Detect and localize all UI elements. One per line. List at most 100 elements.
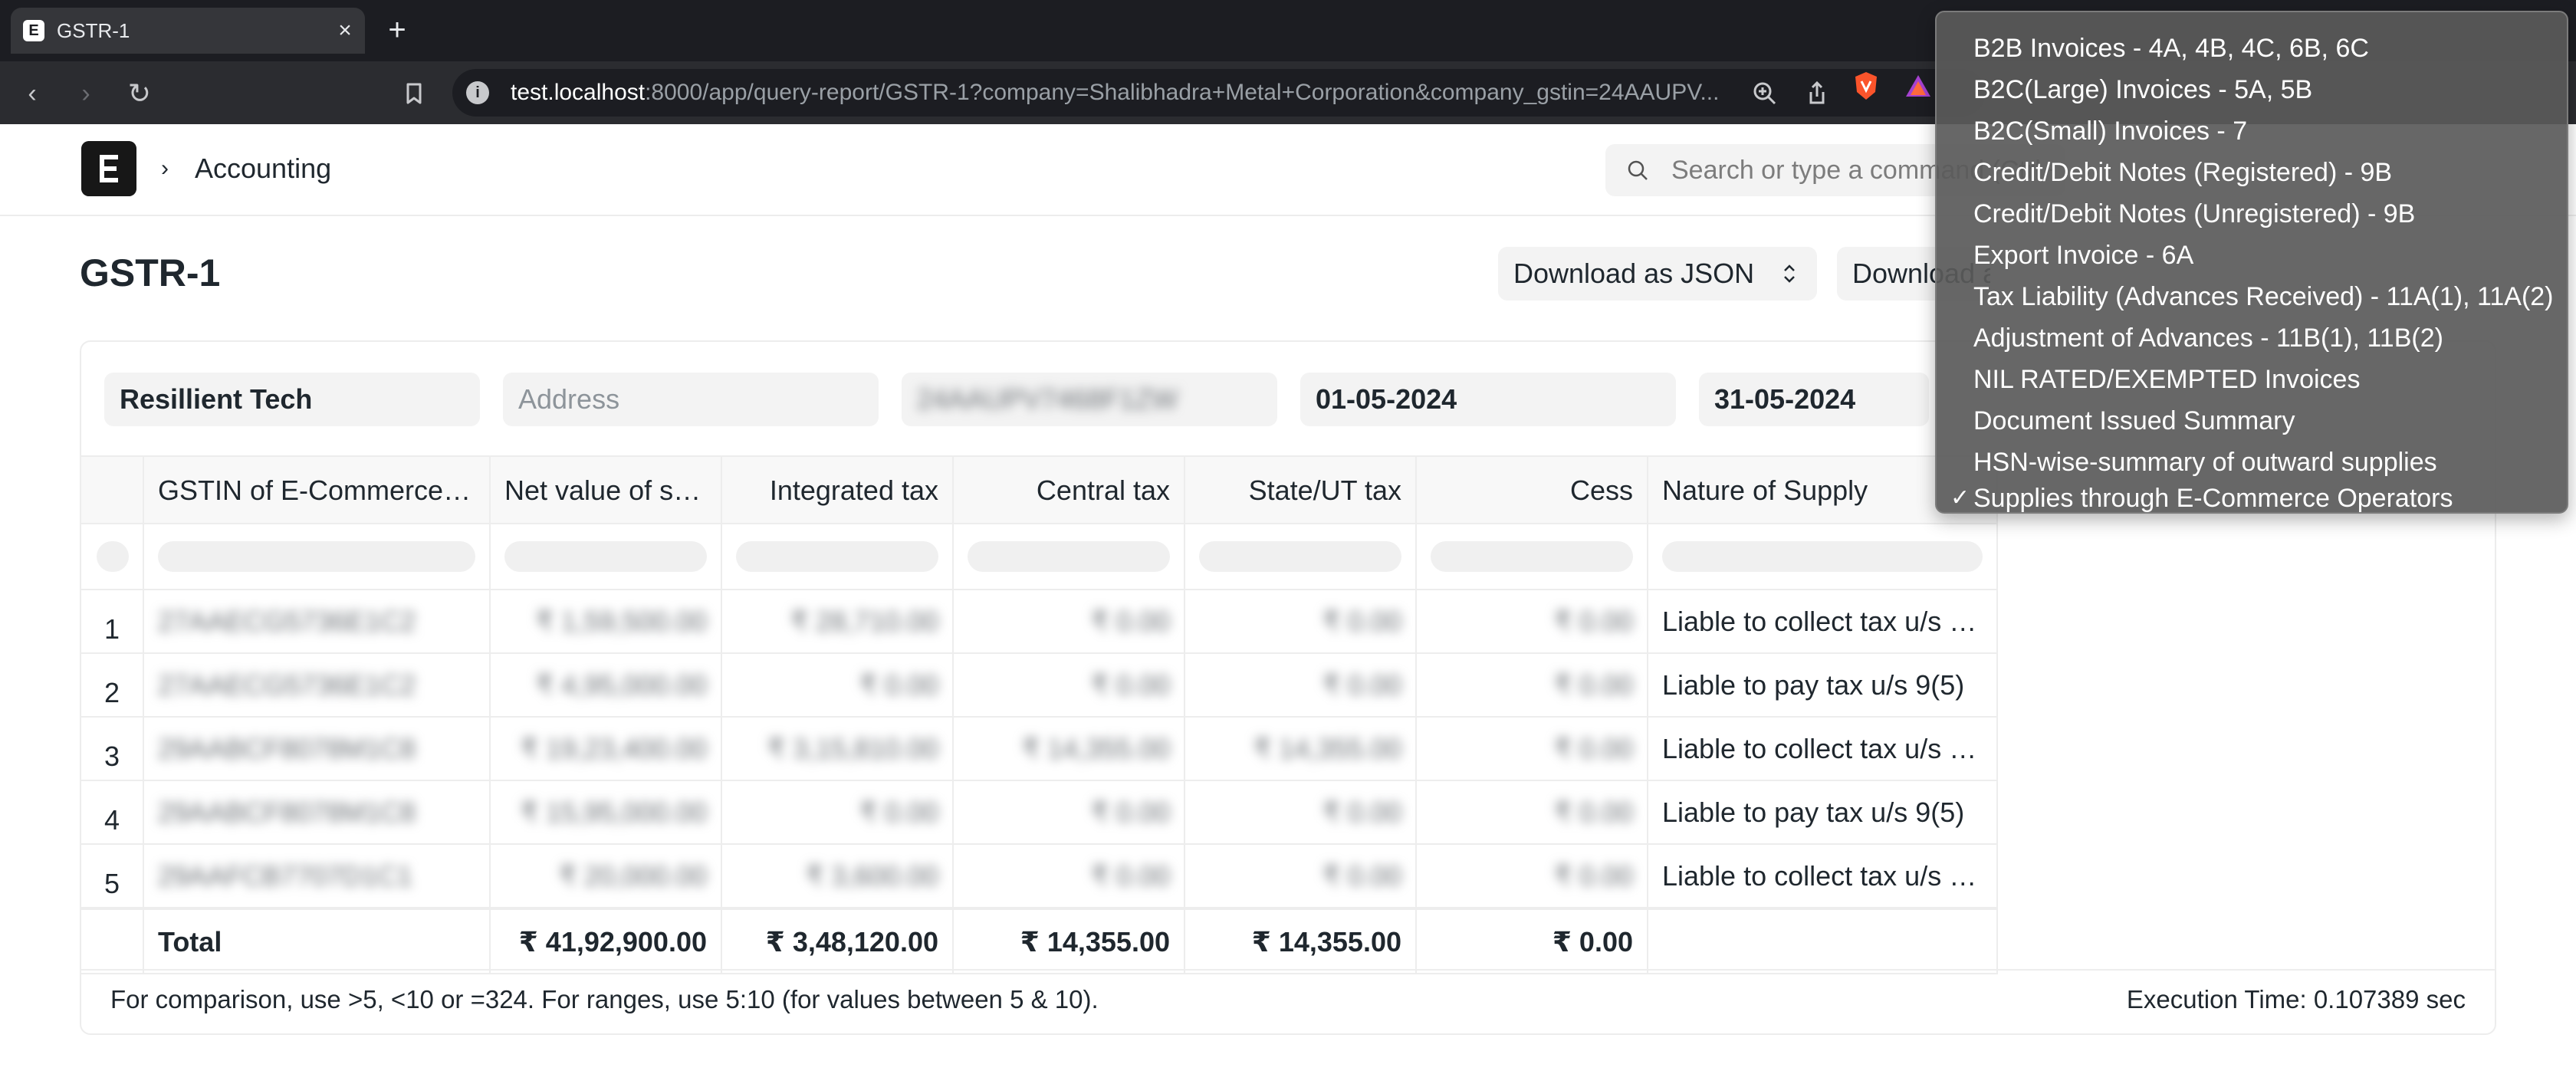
table-row[interactable]: 3 29AABCF8078M1C8 ₹ 19,23,400.00 ₹ 3,15,… (81, 718, 1998, 781)
sgst-cell[interactable]: ₹ 0.00 (1185, 781, 1417, 843)
igst-cell[interactable]: ₹ 3,600.00 (722, 845, 954, 907)
cgst-cell[interactable]: ₹ 14,355.00 (954, 718, 1185, 780)
zoom-icon[interactable] (1750, 78, 1780, 109)
total-sgst: ₹ 14,355.00 (1185, 910, 1417, 973)
column-header-cess[interactable]: Cess (1417, 457, 1648, 523)
cess-cell[interactable]: ₹ 0.00 (1417, 845, 1648, 907)
nature-column-filter-input[interactable] (1662, 541, 1983, 572)
net-value-cell[interactable]: ₹ 19,23,400.00 (491, 718, 722, 780)
cgst-cell[interactable]: ₹ 0.00 (954, 845, 1185, 907)
nature-cell[interactable]: Liable to collect tax u/s 52(TCS) (1648, 590, 1998, 652)
nature-cell[interactable]: Liable to collect tax u/s 52(TCS) (1648, 718, 1998, 780)
nature-cell[interactable]: Liable to collect tax u/s 52(TCS) (1648, 845, 1998, 907)
column-header-net-value[interactable]: Net value of supplies (491, 457, 722, 523)
gstin-cell[interactable]: 27AAECG5736E1C2 (144, 590, 491, 652)
address-filter[interactable]: Address (503, 373, 879, 426)
gstin-column-filter-input[interactable] (158, 541, 475, 572)
total-net-value: ₹ 41,92,900.00 (491, 910, 722, 973)
menu-item-tax-liability[interactable]: Tax Liability (Advances Received) - 11A(… (1937, 276, 2567, 317)
menu-item-doc-issued[interactable]: Document Issued Summary (1937, 400, 2567, 442)
breadcrumb-chevron-icon: › (161, 156, 169, 181)
row-check-toggle[interactable] (97, 541, 129, 572)
net-value-cell[interactable]: ₹ 1,59,500.00 (491, 590, 722, 652)
cess-cell[interactable]: ₹ 0.00 (1417, 590, 1648, 652)
total-nature-cell (1648, 910, 1998, 973)
cess-cell[interactable]: ₹ 0.00 (1417, 718, 1648, 780)
table-row[interactable]: 1 27AAECG5736E1C2 ₹ 1,59,500.00 ₹ 28,710… (81, 590, 1998, 654)
site-info-icon[interactable]: i (466, 81, 489, 104)
menu-item-b2c-small[interactable]: B2C(Small) Invoices - 7 (1937, 110, 2567, 152)
url-text[interactable]: test.localhost:8000/app/query-report/GST… (511, 80, 1745, 106)
column-header-integrated-tax[interactable]: Integrated tax (722, 457, 954, 523)
menu-item-adjustment[interactable]: Adjustment of Advances - 11B(1), 11B(2) (1937, 317, 2567, 359)
cgst-cell[interactable]: ₹ 0.00 (954, 590, 1185, 652)
net-value-column-filter-input[interactable] (504, 541, 707, 572)
row-index-header (81, 457, 144, 523)
close-tab-icon[interactable]: × (331, 17, 359, 44)
reload-icon[interactable]: ↻ (123, 77, 156, 110)
row-index: 2 (81, 654, 144, 716)
gstin-filter[interactable]: 24AAUPV7468F1ZW (902, 373, 1277, 426)
nature-cell[interactable]: Liable to pay tax u/s 9(5) (1648, 654, 1998, 716)
igst-column-filter-input[interactable] (736, 541, 938, 572)
row-filter-cell (81, 524, 144, 589)
brave-shield-icon[interactable] (1852, 71, 1880, 101)
sgst-cell[interactable]: ₹ 0.00 (1185, 845, 1417, 907)
column-header-central-tax[interactable]: Central tax (954, 457, 1185, 523)
gstin-cell[interactable]: 29AAFCB7707D1C1 (144, 845, 491, 907)
net-value-cell[interactable]: ₹ 15,95,000.00 (491, 781, 722, 843)
row-index: 1 (81, 590, 144, 652)
favicon-icon: E (23, 20, 44, 41)
table-row[interactable]: 5 29AAFCB7707D1C1 ₹ 20,000.00 ₹ 3,600.00… (81, 845, 1998, 908)
menu-item-hsn-summary[interactable]: HSN-wise-summary of outward supplies (1937, 442, 2567, 483)
from-date-filter[interactable]: 01-05-2024 (1300, 373, 1676, 426)
gstin-cell[interactable]: 27AAECG5736E1C2 (144, 654, 491, 716)
igst-cell[interactable]: ₹ 0.00 (722, 781, 954, 843)
column-header-gstin[interactable]: GSTIN of E-Commerce Operator (144, 457, 491, 523)
gstin-cell[interactable]: 29AABCF8078M1C8 (144, 718, 491, 780)
share-icon[interactable] (1802, 78, 1832, 109)
brave-rewards-icon[interactable] (1904, 74, 1932, 98)
download-json-label: Download as JSON (1513, 258, 1755, 289)
igst-cell[interactable]: ₹ 28,710.00 (722, 590, 954, 652)
forward-arrow-icon[interactable]: › (69, 77, 103, 110)
cgst-column-filter-input[interactable] (968, 541, 1170, 572)
breadcrumb-accounting[interactable]: Accounting (195, 152, 331, 186)
menu-item-b2b[interactable]: B2B Invoices - 4A, 4B, 4C, 6B, 6C (1937, 28, 2567, 69)
sgst-cell[interactable]: ₹ 0.00 (1185, 590, 1417, 652)
download-json-button[interactable]: Download as JSON (1498, 247, 1817, 301)
net-value-cell[interactable]: ₹ 20,000.00 (491, 845, 722, 907)
menu-item-export[interactable]: Export Invoice - 6A (1937, 235, 2567, 276)
cess-cell[interactable]: ₹ 0.00 (1417, 654, 1648, 716)
cgst-cell[interactable]: ₹ 0.00 (954, 781, 1185, 843)
to-date-filter[interactable]: 31-05-2024 (1699, 373, 1929, 426)
total-cgst: ₹ 14,355.00 (954, 910, 1185, 973)
cess-column-filter-input[interactable] (1431, 541, 1633, 572)
sgst-cell[interactable]: ₹ 0.00 (1185, 654, 1417, 716)
igst-cell[interactable]: ₹ 3,15,810.00 (722, 718, 954, 780)
bookmark-icon[interactable] (397, 77, 431, 110)
company-filter[interactable]: Resillient Tech (104, 373, 480, 426)
row-index: 3 (81, 718, 144, 780)
menu-item-ecommerce-selected[interactable]: ✓ Supplies through E-Commerce Operators (1937, 483, 2567, 514)
browser-tab[interactable]: E GSTR-1 × (11, 8, 365, 54)
cgst-cell[interactable]: ₹ 0.00 (954, 654, 1185, 716)
menu-item-cdnr[interactable]: Credit/Debit Notes (Registered) - 9B (1937, 152, 2567, 193)
nature-cell[interactable]: Liable to pay tax u/s 9(5) (1648, 781, 1998, 843)
menu-item-b2c-large[interactable]: B2C(Large) Invoices - 5A, 5B (1937, 69, 2567, 110)
new-tab-icon[interactable]: + (380, 14, 414, 48)
cess-cell[interactable]: ₹ 0.00 (1417, 781, 1648, 843)
sgst-cell[interactable]: ₹ 14,355.00 (1185, 718, 1417, 780)
back-arrow-icon[interactable]: ‹ (15, 77, 49, 110)
address-bar[interactable]: i test.localhost:8000/app/query-report/G… (452, 69, 1986, 117)
app-logo-icon[interactable] (81, 141, 136, 196)
menu-item-cdnur[interactable]: Credit/Debit Notes (Unregistered) - 9B (1937, 193, 2567, 235)
menu-item-nil-rated[interactable]: NIL RATED/EXEMPTED Invoices (1937, 359, 2567, 400)
net-value-cell[interactable]: ₹ 4,95,000.00 (491, 654, 722, 716)
column-header-state-tax[interactable]: State/UT tax (1185, 457, 1417, 523)
table-row[interactable]: 2 27AAECG5736E1C2 ₹ 4,95,000.00 ₹ 0.00 ₹… (81, 654, 1998, 718)
igst-cell[interactable]: ₹ 0.00 (722, 654, 954, 716)
table-row[interactable]: 4 29AABCF8078M1C8 ₹ 15,95,000.00 ₹ 0.00 … (81, 781, 1998, 845)
sgst-column-filter-input[interactable] (1199, 541, 1401, 572)
gstin-cell[interactable]: 29AABCF8078M1C8 (144, 781, 491, 843)
